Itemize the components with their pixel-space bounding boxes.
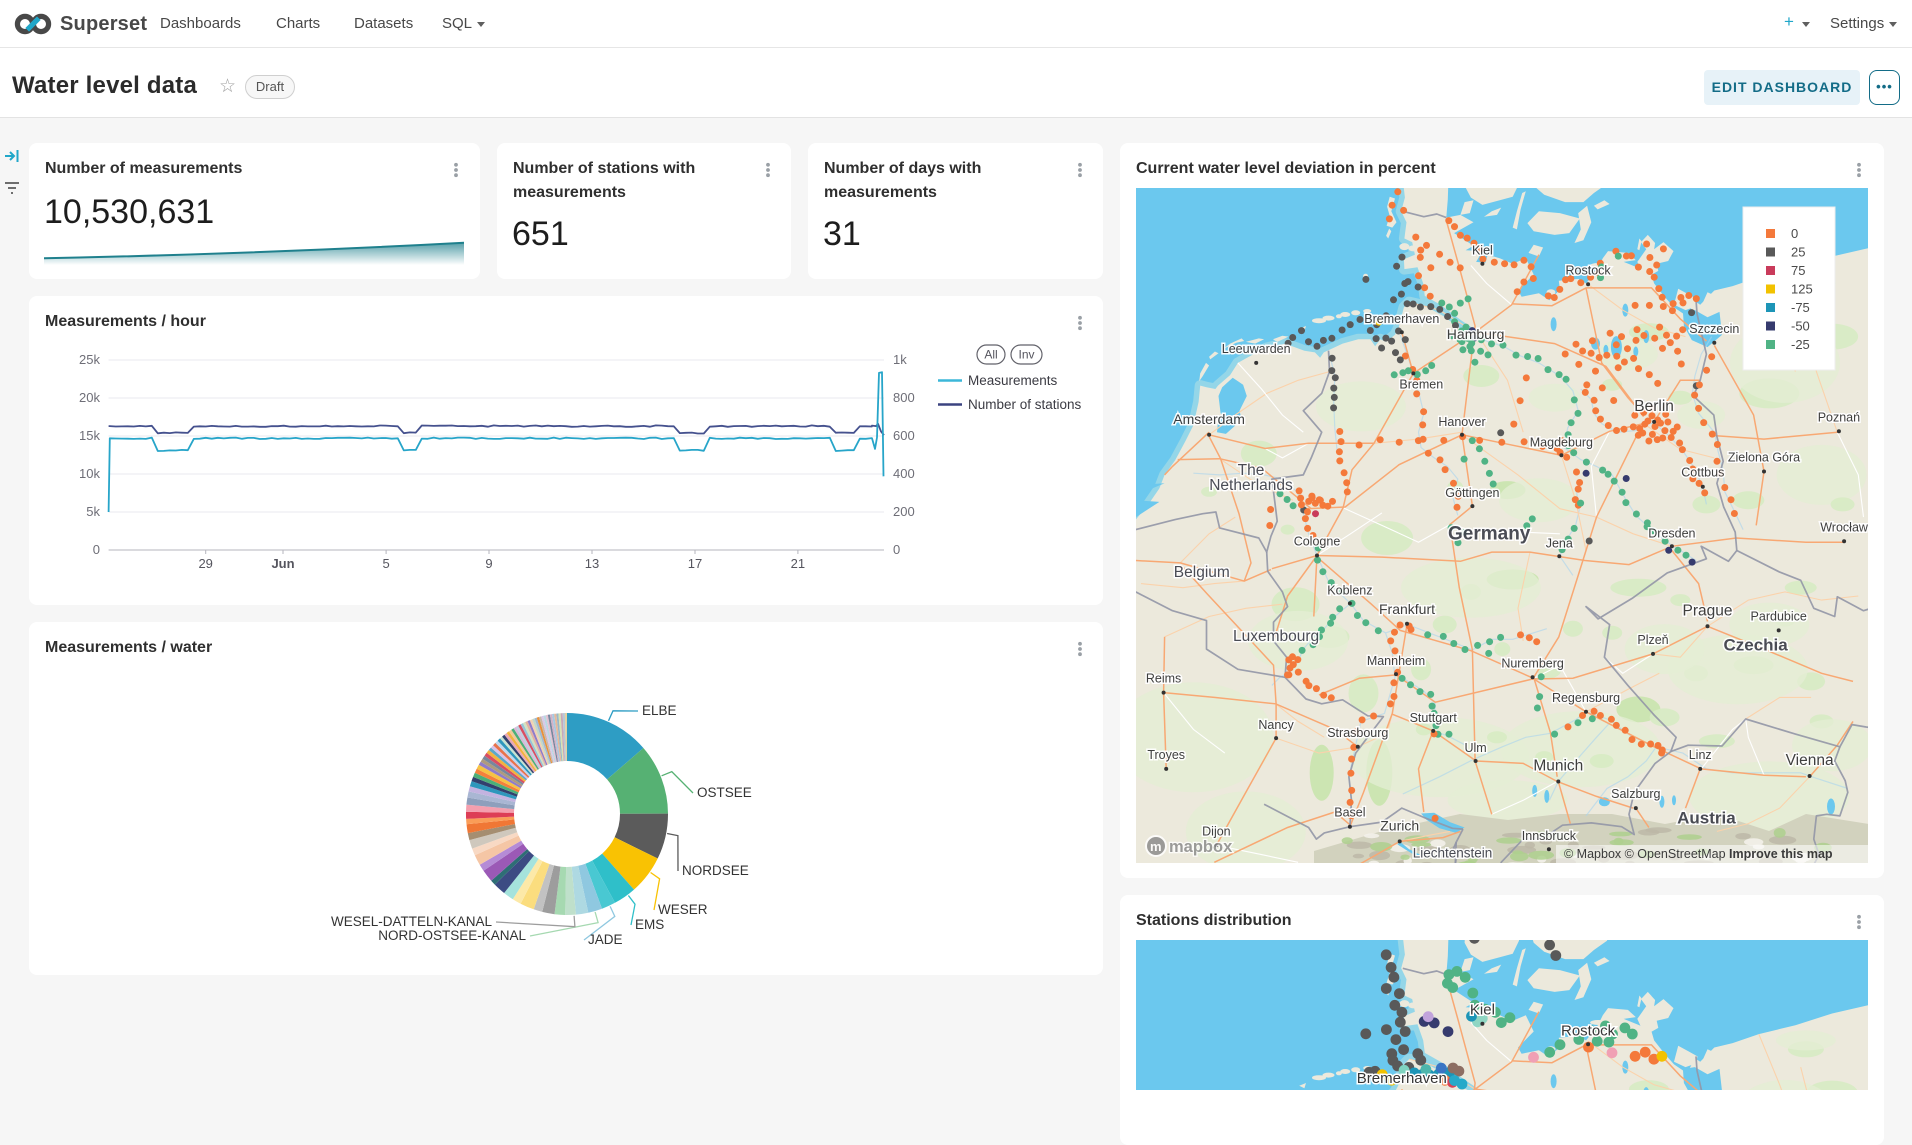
svg-text:mapbox: mapbox [1169, 838, 1233, 856]
svg-text:Leeuwarden: Leeuwarden [1222, 342, 1291, 356]
svg-text:Vienna: Vienna [1786, 752, 1834, 769]
svg-text:Plzeň: Plzeň [1637, 633, 1668, 647]
svg-text:JADE: JADE [588, 932, 623, 947]
svg-text:NORD-OSTSEE-KANAL: NORD-OSTSEE-KANAL [378, 928, 526, 943]
svg-text:0: 0 [93, 542, 100, 557]
svg-text:Netherlands: Netherlands [1209, 477, 1293, 494]
svg-text:Jun: Jun [271, 556, 294, 571]
svg-text:15k: 15k [79, 428, 100, 443]
svg-text:Koblenz: Koblenz [1327, 583, 1372, 597]
svg-text:Belgium: Belgium [1174, 564, 1230, 581]
svg-text:Nuremberg: Nuremberg [1501, 656, 1564, 670]
svg-text:17: 17 [688, 556, 702, 571]
svg-text:200: 200 [893, 504, 915, 519]
svg-text:Kiel: Kiel [1470, 1002, 1495, 1019]
svg-text:Regensburg: Regensburg [1552, 691, 1620, 705]
svg-text:5: 5 [382, 556, 389, 571]
svg-text:10k: 10k [79, 466, 100, 481]
svg-text:Prague: Prague [1683, 602, 1733, 619]
svg-text:Dresden: Dresden [1648, 526, 1695, 540]
svg-text:0: 0 [1791, 226, 1798, 241]
svg-text:Number of stations: Number of stations [968, 397, 1082, 412]
svg-text:Measurements: Measurements [968, 373, 1058, 388]
svg-text:WESER: WESER [658, 902, 708, 917]
svg-text:Kiel: Kiel [1472, 244, 1493, 258]
svg-text:Berlin: Berlin [1634, 398, 1674, 415]
svg-text:25: 25 [1791, 245, 1805, 260]
svg-text:NORDSEE: NORDSEE [682, 863, 749, 878]
svg-text:Hamburg: Hamburg [1447, 326, 1505, 342]
svg-text:Ulm: Ulm [1464, 741, 1486, 755]
svg-text:Bremerhaven: Bremerhaven [1364, 312, 1439, 326]
svg-text:EMS: EMS [635, 917, 664, 932]
svg-text:Strasbourg: Strasbourg [1327, 726, 1388, 740]
svg-text:800: 800 [893, 390, 915, 405]
svg-text:Luxembourg: Luxembourg [1233, 628, 1319, 645]
svg-text:Liechtenstein: Liechtenstein [1413, 846, 1493, 861]
svg-text:Jena: Jena [1546, 536, 1573, 550]
svg-text:ELBE: ELBE [642, 703, 677, 718]
svg-text:Salzburg: Salzburg [1611, 787, 1660, 801]
svg-text:WESEL-DATTELN-KANAL: WESEL-DATTELN-KANAL [331, 914, 493, 929]
svg-text:-50: -50 [1791, 319, 1810, 334]
svg-text:75: 75 [1791, 263, 1805, 278]
svg-text:-75: -75 [1791, 300, 1810, 315]
svg-text:Pardubice: Pardubice [1751, 609, 1807, 623]
svg-text:Rostock: Rostock [1561, 1022, 1616, 1039]
svg-text:m: m [1150, 839, 1162, 854]
svg-text:Rostock: Rostock [1566, 263, 1612, 277]
svg-text:21: 21 [791, 556, 805, 571]
svg-text:0: 0 [893, 542, 900, 557]
svg-text:Magdeburg: Magdeburg [1530, 435, 1593, 449]
svg-text:Zielona Góra: Zielona Góra [1728, 451, 1800, 465]
svg-text:Austria: Austria [1677, 809, 1736, 828]
svg-text:29: 29 [198, 556, 212, 571]
svg-text:13: 13 [585, 556, 599, 571]
svg-text:Innsbruck: Innsbruck [1522, 829, 1577, 843]
svg-text:Amsterdam: Amsterdam [1173, 411, 1245, 427]
svg-text:Troyes: Troyes [1147, 748, 1185, 762]
svg-text:Basel: Basel [1334, 806, 1365, 820]
svg-text:600: 600 [893, 428, 915, 443]
svg-text:20k: 20k [79, 390, 100, 405]
svg-text:5k: 5k [86, 504, 100, 519]
svg-text:Cologne: Cologne [1294, 535, 1341, 549]
svg-text:Zurich: Zurich [1380, 817, 1419, 833]
svg-text:25k: 25k [79, 352, 100, 367]
svg-text:400: 400 [893, 466, 915, 481]
svg-text:Nancy: Nancy [1258, 718, 1294, 732]
svg-text:Munich: Munich [1533, 758, 1583, 775]
svg-text:Germany: Germany [1448, 524, 1531, 545]
svg-text:Bremen: Bremen [1399, 377, 1443, 391]
svg-text:Dijon: Dijon [1202, 824, 1231, 838]
svg-text:9: 9 [485, 556, 492, 571]
svg-text:Czechia: Czechia [1723, 636, 1788, 655]
svg-text:Bremerhaven: Bremerhaven [1357, 1070, 1447, 1087]
svg-text:1k: 1k [893, 352, 907, 367]
svg-text:Frankfurt: Frankfurt [1379, 601, 1435, 617]
svg-text:© Mapbox © OpenStreetMap Impro: © Mapbox © OpenStreetMap Improve this ma… [1564, 847, 1833, 861]
svg-text:Poznań: Poznań [1818, 410, 1860, 424]
svg-text:Reims: Reims [1146, 672, 1181, 686]
svg-text:Inv: Inv [1018, 348, 1034, 362]
svg-text:OSTSEE: OSTSEE [697, 785, 752, 800]
svg-text:Hanover: Hanover [1438, 415, 1485, 429]
svg-text:Göttingen: Göttingen [1445, 486, 1499, 500]
svg-text:Szczecin: Szczecin [1689, 322, 1739, 336]
svg-text:-25: -25 [1791, 337, 1810, 352]
svg-text:Stuttgart: Stuttgart [1410, 711, 1458, 725]
svg-text:Wrocław: Wrocław [1820, 520, 1868, 534]
svg-text:125: 125 [1791, 282, 1813, 297]
svg-text:All: All [984, 348, 997, 362]
svg-text:Linz: Linz [1689, 748, 1712, 762]
svg-text:Mannheim: Mannheim [1367, 654, 1425, 668]
svg-text:Cottbus: Cottbus [1681, 466, 1724, 480]
